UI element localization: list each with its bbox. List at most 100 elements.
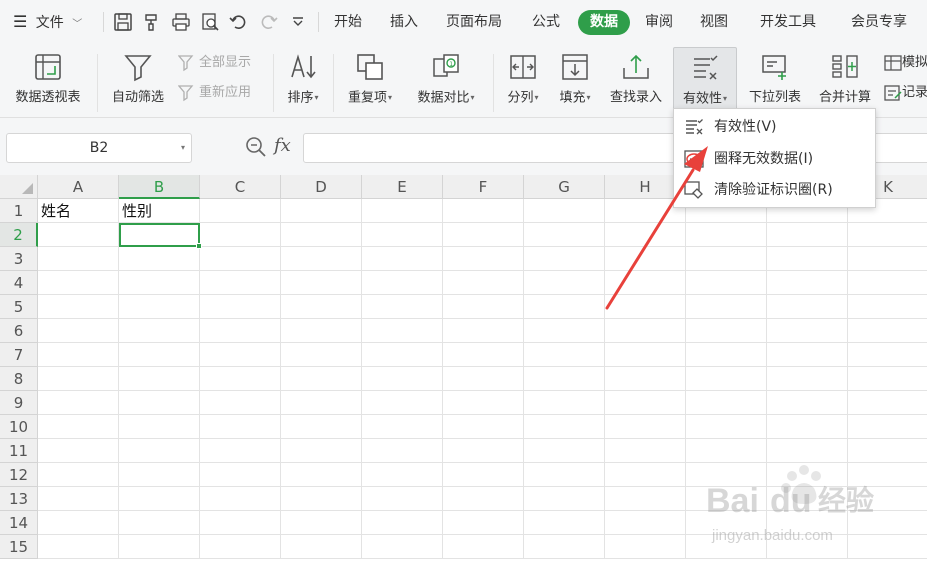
dropdown-list-button[interactable]: 下拉列表	[742, 48, 808, 110]
cell-g3[interactable]	[524, 247, 605, 271]
tab-data[interactable]: 数据	[578, 10, 630, 35]
insert-function-button[interactable]: fx	[274, 135, 291, 156]
cell-c10[interactable]	[200, 415, 281, 439]
cell-a5[interactable]	[38, 295, 119, 319]
cell-c4[interactable]	[200, 271, 281, 295]
cell-h10[interactable]	[605, 415, 686, 439]
cell-i14[interactable]	[686, 511, 767, 535]
cell-j6[interactable]	[767, 319, 848, 343]
print-preview-icon[interactable]	[200, 12, 220, 32]
cell-k4[interactable]	[848, 271, 927, 295]
cell-a14[interactable]	[38, 511, 119, 535]
cell-k14[interactable]	[848, 511, 927, 535]
cell-a15[interactable]	[38, 535, 119, 559]
cell-e7[interactable]	[362, 343, 443, 367]
cell-h4[interactable]	[605, 271, 686, 295]
cell-f14[interactable]	[443, 511, 524, 535]
cell-j8[interactable]	[767, 367, 848, 391]
cell-h11[interactable]	[605, 439, 686, 463]
cell-i2[interactable]	[686, 223, 767, 247]
cell-h15[interactable]	[605, 535, 686, 559]
active-cell[interactable]	[119, 223, 200, 247]
cell-g10[interactable]	[524, 415, 605, 439]
cell-k15[interactable]	[848, 535, 927, 559]
cell-i8[interactable]	[686, 367, 767, 391]
cell-d5[interactable]	[281, 295, 362, 319]
cell-i13[interactable]	[686, 487, 767, 511]
cell-h6[interactable]	[605, 319, 686, 343]
cell-f5[interactable]	[443, 295, 524, 319]
cell-b14[interactable]	[119, 511, 200, 535]
cell-f12[interactable]	[443, 463, 524, 487]
cell-k8[interactable]	[848, 367, 927, 391]
cell-a11[interactable]	[38, 439, 119, 463]
cell-e5[interactable]	[362, 295, 443, 319]
cell-i6[interactable]	[686, 319, 767, 343]
cell-b12[interactable]	[119, 463, 200, 487]
cell-i3[interactable]	[686, 247, 767, 271]
row-header-6[interactable]: 6	[0, 319, 38, 343]
cell-a8[interactable]	[38, 367, 119, 391]
cell-i10[interactable]	[686, 415, 767, 439]
data-compare-button[interactable]: 1 数据对比▾	[408, 48, 484, 110]
cell-b13[interactable]	[119, 487, 200, 511]
cell-c3[interactable]	[200, 247, 281, 271]
row-header-8[interactable]: 8	[0, 367, 38, 391]
cell-d6[interactable]	[281, 319, 362, 343]
column-header-a[interactable]: A	[38, 175, 119, 199]
cell-a12[interactable]	[38, 463, 119, 487]
cell-d4[interactable]	[281, 271, 362, 295]
cell-k5[interactable]	[848, 295, 927, 319]
cell-f7[interactable]	[443, 343, 524, 367]
row-header-4[interactable]: 4	[0, 271, 38, 295]
cell-c13[interactable]	[200, 487, 281, 511]
cell-g11[interactable]	[524, 439, 605, 463]
cell-f8[interactable]	[443, 367, 524, 391]
row-header-2[interactable]: 2	[0, 223, 38, 247]
cell-a3[interactable]	[38, 247, 119, 271]
cell-e13[interactable]	[362, 487, 443, 511]
name-box[interactable]: B2 ▾	[6, 133, 192, 163]
row-header-15[interactable]: 15	[0, 535, 38, 559]
reapply-button[interactable]: 重新应用	[177, 82, 251, 104]
cell-g2[interactable]	[524, 223, 605, 247]
cell-e1[interactable]	[362, 199, 443, 223]
cell-a4[interactable]	[38, 271, 119, 295]
cell-i7[interactable]	[686, 343, 767, 367]
auto-filter-button[interactable]: 自动筛选	[104, 48, 172, 110]
row-header-9[interactable]: 9	[0, 391, 38, 415]
cell-f15[interactable]	[443, 535, 524, 559]
cell-f2[interactable]	[443, 223, 524, 247]
save-icon[interactable]	[113, 12, 133, 32]
cell-c7[interactable]	[200, 343, 281, 367]
cell-c5[interactable]	[200, 295, 281, 319]
print-icon[interactable]	[171, 12, 191, 32]
column-header-g[interactable]: G	[524, 175, 605, 199]
cell-a10[interactable]	[38, 415, 119, 439]
cell-g13[interactable]	[524, 487, 605, 511]
column-header-e[interactable]: E	[362, 175, 443, 199]
customize-toolbar-icon[interactable]	[288, 12, 308, 32]
tab-view[interactable]: 视图	[700, 0, 728, 44]
tab-member[interactable]: 会员专享	[851, 0, 907, 44]
row-header-3[interactable]: 3	[0, 247, 38, 271]
column-header-b[interactable]: B	[119, 175, 200, 199]
record-button[interactable]: 记录	[884, 82, 927, 104]
cell-e4[interactable]	[362, 271, 443, 295]
cell-c1[interactable]	[200, 199, 281, 223]
menu-item-validity[interactable]: 有效性(V)	[674, 112, 875, 142]
cell-h8[interactable]	[605, 367, 686, 391]
cell-c15[interactable]	[200, 535, 281, 559]
cell-j7[interactable]	[767, 343, 848, 367]
cell-j10[interactable]	[767, 415, 848, 439]
cell-d7[interactable]	[281, 343, 362, 367]
cell-e8[interactable]	[362, 367, 443, 391]
cell-h13[interactable]	[605, 487, 686, 511]
cell-k12[interactable]	[848, 463, 927, 487]
fill-handle[interactable]	[196, 243, 202, 249]
cell-i12[interactable]	[686, 463, 767, 487]
cell-d12[interactable]	[281, 463, 362, 487]
cell-e15[interactable]	[362, 535, 443, 559]
cell-k3[interactable]	[848, 247, 927, 271]
cell-i15[interactable]	[686, 535, 767, 559]
